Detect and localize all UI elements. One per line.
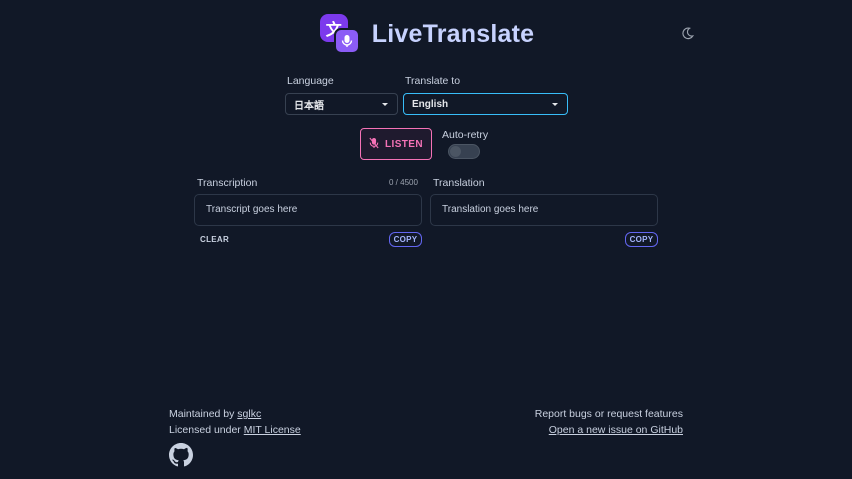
- listen-label: LISTEN: [385, 138, 423, 150]
- copy-translation-button[interactable]: COPY: [625, 232, 658, 247]
- chevron-down-icon: [552, 103, 558, 106]
- app-title: LiveTranslate: [371, 19, 535, 48]
- language-label: Language: [287, 75, 334, 87]
- moon-icon[interactable]: [678, 24, 696, 42]
- auto-retry-label: Auto-retry: [442, 129, 489, 141]
- chevron-down-icon: [382, 103, 388, 106]
- logo-mic-badge: [333, 28, 360, 54]
- translate-to-label: Translate to: [405, 75, 461, 87]
- transcription-textarea[interactable]: Transcript goes here: [194, 194, 422, 226]
- translation-label: Translation: [433, 177, 485, 189]
- translate-to-select-value: English: [412, 98, 449, 110]
- transcription-placeholder: Transcript goes here: [206, 204, 298, 215]
- translation-textarea[interactable]: Translation goes here: [430, 194, 658, 226]
- maintained-by: Maintained by sglkc: [169, 408, 262, 420]
- mic-off-icon: [369, 137, 379, 152]
- translate-logo-icon: 文: [318, 12, 362, 56]
- github-icon[interactable]: [169, 443, 193, 467]
- character-counter: 0 / 4500: [389, 178, 418, 187]
- translation-placeholder: Translation goes here: [442, 204, 539, 215]
- issue-link[interactable]: Open a new issue on GitHub: [549, 424, 683, 436]
- clear-button[interactable]: CLEAR: [200, 232, 229, 247]
- report-text: Report bugs or request features: [534, 408, 683, 420]
- maintainer-link[interactable]: sglkc: [237, 408, 261, 420]
- copy-transcription-button[interactable]: COPY: [389, 232, 422, 247]
- language-select-value: 日本語: [294, 100, 324, 112]
- listen-button[interactable]: LISTEN: [360, 128, 432, 160]
- license-link[interactable]: MIT License: [244, 424, 301, 436]
- language-select[interactable]: 日本語: [285, 93, 398, 115]
- translate-to-select[interactable]: English: [403, 93, 568, 115]
- auto-retry-toggle[interactable]: [448, 144, 480, 159]
- issue-link-wrap: Open a new issue on GitHub: [549, 424, 683, 436]
- transcription-label: Transcription: [197, 177, 258, 189]
- app-header: 文 LiveTranslate: [0, 12, 852, 56]
- license-info: Licensed under MIT License: [169, 424, 301, 436]
- toggle-knob: [450, 146, 461, 157]
